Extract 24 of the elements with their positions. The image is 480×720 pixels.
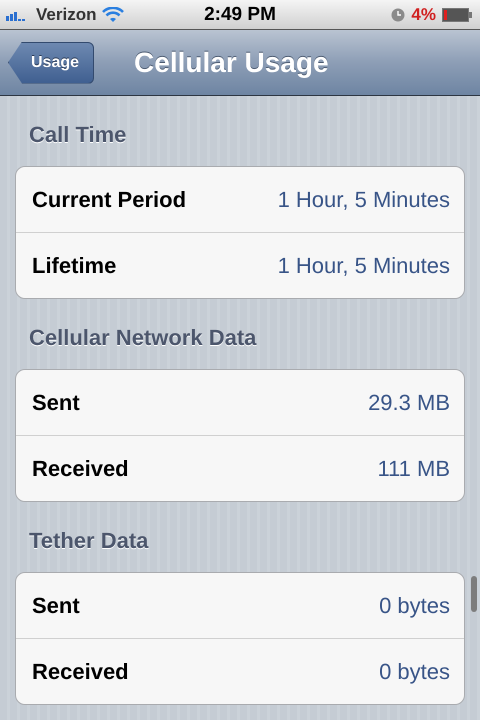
scroll-indicator xyxy=(471,576,477,612)
row-value: 0 bytes xyxy=(379,658,450,684)
battery-percent: 4% xyxy=(411,4,436,24)
clock-icon xyxy=(391,8,406,22)
row-label: Sent xyxy=(32,390,80,416)
back-button[interactable]: Usage xyxy=(8,42,94,84)
row-label: Sent xyxy=(32,592,80,618)
wifi-icon xyxy=(102,6,124,22)
row-label: Current Period xyxy=(32,186,186,212)
section-header: Tether Data xyxy=(28,527,150,555)
section-header: Cellular Network Data xyxy=(28,324,258,352)
nav-title: Cellular Usage xyxy=(134,46,329,78)
battery-icon xyxy=(442,8,472,22)
row-value: 0 bytes xyxy=(379,592,450,618)
row-value: 111 MB xyxy=(377,456,450,482)
row-label: Lifetime xyxy=(32,252,116,278)
row-label: Received xyxy=(32,456,129,482)
row-value: 1 Hour, 5 Minutes xyxy=(278,252,450,278)
section-header: Call Time xyxy=(28,121,128,149)
clock-time: 2:49 PM xyxy=(204,4,276,26)
carrier-name: Verizon xyxy=(36,4,96,24)
row-label: Received xyxy=(32,658,129,684)
row-value: 1 Hour, 5 Minutes xyxy=(278,186,450,212)
row-value: 29.3 MB xyxy=(368,390,450,416)
